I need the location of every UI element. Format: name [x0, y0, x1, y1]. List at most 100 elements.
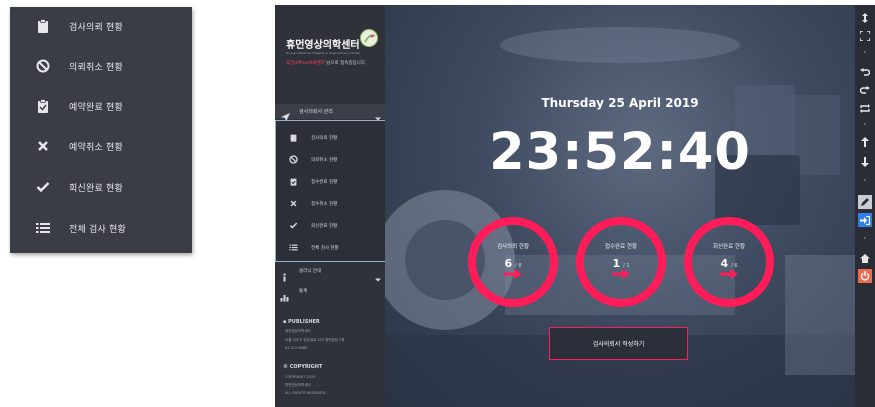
- popup-item-label: 의뢰취소 현황: [69, 62, 123, 73]
- caret-down-icon: [375, 268, 381, 282]
- submenu-item-label: 전체 검사 현황: [311, 246, 339, 251]
- toolbar-separator: [858, 235, 872, 241]
- right-toolbar: [855, 5, 875, 407]
- fullscreen-icon[interactable]: [858, 29, 872, 43]
- publisher-phone: 02.512.6685: [285, 346, 308, 350]
- caret-down-icon: [375, 107, 381, 121]
- ban-icon: [35, 58, 51, 74]
- stat-label: 회신완료 현황: [712, 244, 746, 250]
- write-request-button[interactable]: 검사의뢰서 작성하기: [549, 327, 688, 360]
- submenu-item-all-status[interactable]: 전체 검사 현황: [276, 237, 391, 259]
- submenu-item-reply-done[interactable]: 회신완료 현황: [276, 215, 391, 237]
- paper-plane-icon: [281, 107, 290, 122]
- bar-chart-icon: [280, 287, 289, 302]
- stat-request-status[interactable]: 검사의뢰 현황 6/ 8: [468, 217, 558, 307]
- popup-item-reply-done[interactable]: 회신완료 현황: [10, 168, 192, 206]
- toolbar-separator: [858, 49, 872, 55]
- nav-submenu: 검사의뢰 현황 의뢰취소 현황 접수완료 현황 접수취소 현황 회신완료 현황: [275, 120, 392, 262]
- copyright-icon: ©: [283, 364, 288, 370]
- popup-item-all-status[interactable]: 전체 검사 현황: [10, 209, 192, 247]
- arrow-right-icon: [504, 269, 522, 279]
- nav-clinic-info[interactable]: 클리닉 안내: [275, 261, 385, 282]
- times-icon: [35, 138, 51, 154]
- stat-reply-done[interactable]: 회신완료 현황 4/ 6: [684, 217, 774, 307]
- welcome-suffix: 님으로 접속중입니다.: [324, 61, 367, 66]
- list-icon: [35, 220, 51, 236]
- submenu-item-label: 의뢰취소 현황: [311, 158, 338, 163]
- check-icon: [289, 221, 298, 230]
- redo-icon[interactable]: [858, 83, 872, 97]
- submenu-item-request-status[interactable]: 검사의뢰 현황: [276, 127, 391, 149]
- copyright-line: 휴먼영상의학센터: [285, 383, 311, 387]
- submenu-item-label: 접수취소 현황: [311, 202, 338, 207]
- stat-receipt-done[interactable]: 접수완료 현황 1/ 1: [576, 217, 666, 307]
- popup-item-cancel-status[interactable]: 의뢰취소 현황: [10, 47, 192, 85]
- nav-statistics[interactable]: 통계: [275, 281, 385, 302]
- submenu-item-receipt-cancel[interactable]: 접수취소 현황: [276, 193, 391, 215]
- brand-logo-icon: [360, 29, 378, 47]
- popup-item-booking-done[interactable]: 예약완료 현황: [10, 87, 192, 125]
- nav-label: 통계: [299, 289, 308, 294]
- arrow-right-icon: [612, 269, 630, 279]
- expand-vertical-icon[interactable]: [858, 11, 872, 25]
- toolbar-separator: [858, 177, 872, 183]
- popup-item-label: 검사의뢰 현황: [69, 22, 123, 33]
- publisher-address: 서울 서초구 강남대로 233 휴먼빌딩 3층: [285, 338, 345, 342]
- copyright-heading-text: COPYRIGHT: [289, 364, 323, 370]
- loop-icon[interactable]: [858, 101, 872, 115]
- publisher-heading: ▪ PUBLISHER: [283, 319, 320, 325]
- copyright-line: COPYRIGHT 2015: [285, 375, 316, 379]
- clipboard-check-icon: [289, 177, 298, 186]
- power-icon[interactable]: [858, 269, 872, 283]
- publisher-heading-text: PUBLISHER: [288, 319, 320, 325]
- current-date: Thursday 25 April 2019: [541, 96, 699, 110]
- arrow-right-icon: [720, 269, 738, 279]
- times-icon: [289, 199, 298, 208]
- nav-header-label: 검사의뢰서 관리: [299, 109, 333, 115]
- arrow-up-icon[interactable]: [858, 135, 872, 149]
- welcome-user[interactable]: 휴먼offline의뢰센터: [286, 61, 325, 66]
- brand-title: 휴먼영상의학센터: [286, 40, 360, 51]
- user-icon: ▪: [283, 319, 287, 325]
- current-time: 23:52:40: [489, 123, 751, 182]
- undo-icon[interactable]: [858, 65, 872, 79]
- clipboard-icon: [35, 18, 51, 34]
- submenu-item-label: 접수완료 현황: [311, 180, 338, 185]
- popup-item-request-status[interactable]: 검사의뢰 현황: [10, 7, 192, 45]
- sidebar: 휴먼영상의학센터 Human Medical Imaging & Interve…: [275, 5, 392, 407]
- submenu-item-label: 검사의뢰 현황: [311, 136, 338, 141]
- popup-item-label: 예약취소 현황: [69, 142, 123, 153]
- popup-item-label: 회신완료 현황: [69, 183, 123, 194]
- screenshot-stage: 검사의뢰 현황 의뢰취소 현황 예약완료 현황 예약취소 현황 회신완료 현황: [0, 0, 875, 407]
- home-icon[interactable]: [858, 251, 872, 265]
- status-popup-menu: 검사의뢰 현황 의뢰취소 현황 예약완료 현황 예약취소 현황 회신완료 현황: [10, 7, 192, 253]
- brand-subtitle: Human Medical Imaging & Intervention Cen…: [286, 51, 361, 55]
- check-icon: [35, 179, 51, 195]
- ban-icon: [289, 155, 298, 164]
- pen-icon[interactable]: [858, 195, 872, 209]
- copyright-line: ALL RIGHTS RESERVED.: [285, 391, 327, 395]
- popup-item-booking-cancel[interactable]: 예약취소 현황: [10, 127, 192, 165]
- welcome-text: 휴먼offline의뢰센터 님으로 접속중입니다.: [286, 60, 366, 66]
- stat-label: 접수완료 현황: [604, 244, 638, 250]
- stat-label: 검사의뢰 현황: [496, 244, 530, 250]
- toolbar-separator: [858, 121, 872, 127]
- nav-label: 클리닉 안내: [299, 269, 322, 274]
- app-window: 휴먼영상의학센터 Human Medical Imaging & Interve…: [275, 5, 875, 407]
- brand-block: 휴먼영상의학센터 Human Medical Imaging & Interve…: [275, 5, 385, 103]
- publisher-line: 휴먼영상의학센터: [285, 329, 311, 333]
- arrow-down-icon[interactable]: [858, 155, 872, 169]
- popup-item-label: 전체 검사 현황: [69, 224, 127, 235]
- clipboard-check-icon: [35, 98, 51, 114]
- list-icon: [289, 243, 298, 252]
- popup-item-label: 예약완료 현황: [69, 102, 123, 113]
- info-icon: [280, 267, 289, 282]
- copyright-heading: © COPYRIGHT: [283, 364, 322, 370]
- sign-in-icon[interactable]: [858, 213, 872, 227]
- clipboard-icon: [289, 133, 298, 142]
- nav-request-management[interactable]: 검사의뢰서 관리: [275, 104, 385, 122]
- submenu-item-cancel-status[interactable]: 의뢰취소 현황: [276, 149, 391, 171]
- submenu-item-label: 회신완료 현황: [311, 224, 338, 229]
- dashboard-main: Thursday 25 April 2019 23:52:40 검사의뢰 현황 …: [385, 5, 855, 407]
- submenu-item-receipt-done[interactable]: 접수완료 현황: [276, 171, 391, 193]
